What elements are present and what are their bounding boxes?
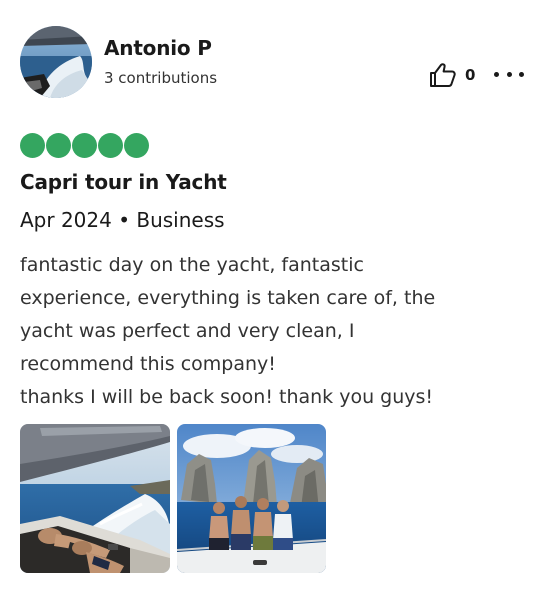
more-options-icon (494, 71, 499, 77)
rating-bubble-icon (124, 133, 149, 158)
avatar-image (20, 26, 92, 98)
review-body-line: experience, everything is taken care of,… (20, 287, 436, 309)
review-body-line: fantastic day on the yacht, fantastic (20, 254, 364, 276)
author-contributions: 3 contributions (104, 69, 218, 87)
thumbs-up-icon (430, 63, 456, 87)
review-card: Antonio P 3 contributions 0 Capri tour i… (0, 0, 556, 600)
rating-bubble-icon (98, 133, 123, 158)
review-body-line: thanks I will be back soon! thank you gu… (20, 386, 434, 408)
review-photo-group-faraglioni[interactable] (177, 424, 326, 573)
author-name[interactable]: Antonio P (104, 36, 212, 60)
review-photo-yacht-deck[interactable] (20, 424, 170, 573)
photo-yacht-deck-image (20, 424, 170, 573)
rating-bubble-icon (20, 133, 45, 158)
avatar[interactable] (20, 26, 92, 98)
more-options-button[interactable] (494, 62, 524, 86)
review-body: fantastic day on the yacht, fantastic ex… (20, 249, 540, 414)
rating-bubbles (20, 133, 149, 158)
rating-bubble-icon (46, 133, 71, 158)
rating-bubble-icon (72, 133, 97, 158)
helpful-vote-button[interactable]: 0 (429, 62, 475, 88)
more-options-icon (519, 71, 524, 77)
review-body-line: yacht was perfect and very clean, I (20, 320, 355, 342)
more-options-icon (506, 71, 512, 77)
review-meta: Apr 2024 • Business (20, 208, 225, 232)
photo-group-faraglioni-image (177, 424, 326, 573)
review-body-line: recommend this company! (20, 353, 276, 375)
helpful-count: 0 (465, 66, 476, 84)
review-title[interactable]: Capri tour in Yacht (20, 170, 227, 194)
